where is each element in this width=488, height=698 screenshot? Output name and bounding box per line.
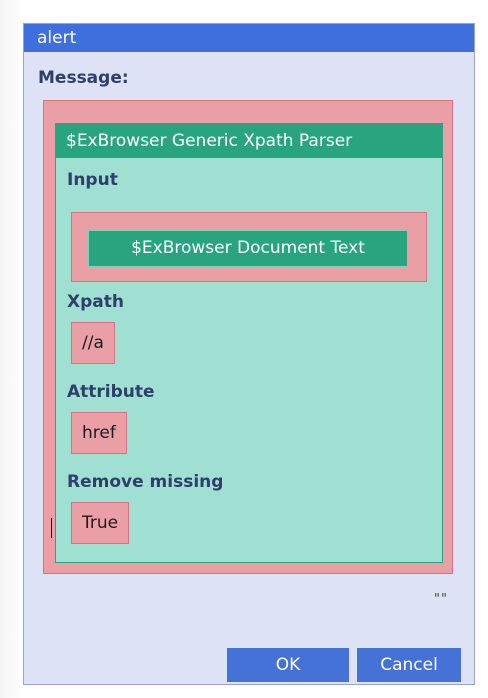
document-text-block: $ExBrowser Document Text — [88, 230, 408, 267]
background-edge — [0, 0, 23, 698]
input-slot: $ExBrowser Document Text — [71, 212, 427, 282]
input-label: Input — [67, 170, 118, 190]
attribute-value: href — [71, 412, 127, 454]
alert-dialog: alert Message: $ExBrowser Generic Xpath … — [23, 23, 475, 685]
attribute-label: Attribute — [67, 382, 155, 402]
message-label: Message: — [38, 68, 129, 88]
remove-missing-value: True — [71, 502, 130, 544]
xpath-parser-block: $ExBrowser Generic Xpath Parser Input $E… — [51, 123, 443, 563]
remove-missing-label: Remove missing — [67, 472, 224, 492]
message-block: $ExBrowser Generic Xpath Parser Input $E… — [43, 100, 453, 574]
xpath-value: //a — [71, 322, 115, 364]
text-cursor — [51, 518, 52, 538]
ellipsis-text: "" — [434, 592, 448, 607]
parser-header: $ExBrowser Generic Xpath Parser — [56, 124, 442, 158]
cancel-button[interactable]: Cancel — [357, 648, 461, 682]
dialog-title: alert — [24, 24, 474, 52]
xpath-label: Xpath — [67, 292, 124, 312]
ok-button[interactable]: OK — [227, 648, 349, 682]
